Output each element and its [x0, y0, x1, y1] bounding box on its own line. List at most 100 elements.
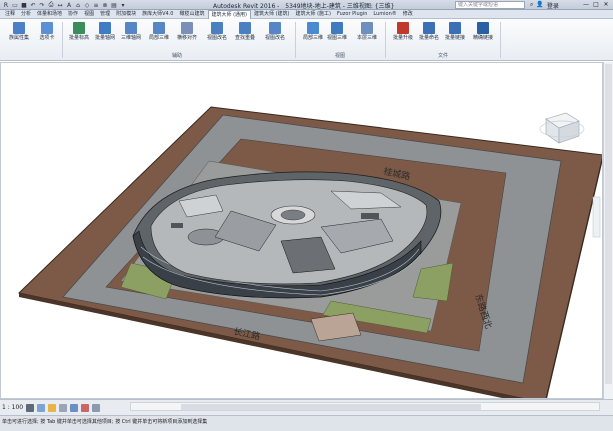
render-icon[interactable]: [70, 403, 79, 412]
tool-icon: [449, 22, 461, 34]
switch-windows-icon[interactable]: ▤: [110, 1, 118, 9]
tool-icon: [269, 22, 281, 34]
panel-title-assist: 辅助: [172, 53, 183, 59]
ribbon-button-10[interactable]: 局部三维: [300, 21, 326, 51]
panel-separator: [62, 22, 63, 58]
close-hidden-icon[interactable]: ⊗: [101, 1, 109, 9]
ribbon-button-14[interactable]: 批量命名: [416, 21, 442, 51]
ribbon-button-13[interactable]: 批量升级: [390, 21, 416, 51]
tab-0[interactable]: 注释: [2, 10, 18, 19]
ribbon-button-label: 局部三维: [302, 35, 323, 41]
panel-title-file: 文件: [438, 53, 449, 59]
vertical-scrollbar[interactable]: [603, 62, 613, 399]
undo-icon[interactable]: ↶: [29, 1, 37, 9]
3d-viewport[interactable]: 桂城路 东路西北 长江路: [0, 62, 603, 399]
close-icon[interactable]: ✕: [601, 0, 611, 9]
tab-9[interactable]: 建筑大师 (通用): [207, 9, 251, 19]
ribbon-button-3[interactable]: 批量轴网: [92, 21, 118, 51]
ribbon-button-12[interactable]: 本层三维: [354, 21, 380, 51]
tab-10[interactable]: 建筑大师 (建筑): [251, 10, 293, 19]
ribbon-button-label: 族属性集: [8, 35, 29, 41]
tab-14[interactable]: 修改: [400, 10, 416, 19]
temporary-hide-icon[interactable]: [81, 403, 90, 412]
tool-icon: [331, 22, 343, 34]
search-input[interactable]: 键入关键字或短语: [455, 1, 525, 9]
title-right-group: ⌕ 👤 登录: [530, 1, 559, 10]
panel-separator: [295, 22, 296, 58]
ribbon-button-label: 视图改名: [206, 35, 227, 41]
redo-icon[interactable]: ↷: [38, 1, 46, 9]
ribbon-button-11[interactable]: 视图三维: [324, 21, 350, 51]
panel-separator: [500, 22, 501, 58]
minimize-icon[interactable]: —: [581, 0, 591, 9]
tab-2[interactable]: 体量和场地: [34, 10, 65, 19]
sun-path-icon[interactable]: [48, 403, 57, 412]
scrollbar-thumb[interactable]: [605, 64, 612, 384]
tab-13[interactable]: Lumion®: [370, 10, 399, 19]
tool-icon: [423, 22, 435, 34]
save-icon[interactable]: ■: [20, 1, 28, 9]
print-icon[interactable]: ⎙: [47, 1, 55, 9]
dropdown-icon[interactable]: ▾: [119, 1, 127, 9]
ribbon-button-5[interactable]: 局部三维: [146, 21, 172, 51]
tool-icon: [125, 22, 137, 34]
shadows-icon[interactable]: [59, 403, 68, 412]
login-link[interactable]: 登录: [547, 1, 559, 10]
tab-8[interactable]: 橄榄山建筑: [176, 10, 207, 19]
ribbon-button-label: 三维轴网: [120, 35, 141, 41]
panel-title-view: 视图: [335, 53, 346, 59]
tab-3[interactable]: 协作: [65, 10, 81, 19]
app-menu-icon[interactable]: R: [2, 1, 10, 9]
tab-6[interactable]: 附加模块: [113, 10, 139, 19]
search-icon[interactable]: ⌕: [530, 1, 533, 10]
ribbon-button-0[interactable]: 族属性集: [6, 21, 32, 51]
reveal-hidden-icon[interactable]: [92, 403, 101, 412]
title-bar: R ▭ ■ ↶ ↷ ⎙ ↔ A ⌂ ◇ ≡ ⊗ ▤ ▾ Autodesk Revit 2016 - 534…: [0, 0, 613, 10]
roof-equipment: [171, 223, 183, 228]
maximize-icon[interactable]: □: [591, 0, 601, 9]
view-cube-icon[interactable]: [539, 112, 585, 144]
ribbon-button-label: 横移对齐: [176, 35, 197, 41]
ribbon-panel: 辅助 视图 文件 族属性集 选项卡 批量标高 批量轴网 三维轴网 局部三维 横移对齐 视图改名…: [0, 19, 613, 61]
ribbon-button-16[interactable]: 精确链接: [470, 21, 496, 51]
measure-icon[interactable]: ↔: [56, 1, 64, 9]
ribbon-button-15[interactable]: 批量链接: [442, 21, 468, 51]
ribbon-button-label: 视图改名: [264, 35, 285, 41]
open-icon[interactable]: ▭: [11, 1, 19, 9]
3d-view-icon[interactable]: ⌂: [74, 1, 82, 9]
ribbon-button-6[interactable]: 横移对齐: [174, 21, 200, 51]
ribbon-button-label: 本层三维: [356, 35, 377, 41]
ribbon-button-7[interactable]: 视图改名: [204, 21, 230, 51]
tool-icon: [73, 22, 85, 34]
navigation-bar[interactable]: [592, 196, 601, 238]
scrollbar-thumb[interactable]: [181, 404, 481, 410]
tab-5[interactable]: 管理: [97, 10, 113, 19]
tab-12[interactable]: Fuzor Plugin: [334, 10, 370, 19]
tab-1[interactable]: 分析: [18, 10, 34, 19]
tool-icon: [477, 22, 489, 34]
tool-icon: [41, 22, 53, 34]
visual-style-icon[interactable]: [37, 403, 46, 412]
ribbon-button-9[interactable]: 视图改名: [262, 21, 288, 51]
ribbon-button-label: 视图三维: [326, 35, 347, 41]
tab-11[interactable]: 建筑大师 (施工): [293, 10, 335, 19]
detail-level-icon[interactable]: [26, 403, 35, 412]
user-icon[interactable]: 👤: [536, 1, 543, 10]
text-icon[interactable]: A: [65, 1, 73, 9]
tool-icon: [99, 22, 111, 34]
horizontal-scrollbar[interactable]: [130, 402, 600, 411]
ribbon-button-4[interactable]: 三维轴网: [118, 21, 144, 51]
ribbon-button-label: 查找重叠: [234, 35, 255, 41]
tool-icon: [361, 22, 373, 34]
tab-7[interactable]: 族库大师V4.0: [139, 10, 176, 19]
atrium-inner: [280, 209, 306, 221]
thin-lines-icon[interactable]: ≡: [92, 1, 100, 9]
ribbon-button-8[interactable]: 查找重叠: [232, 21, 258, 51]
tab-4[interactable]: 视图: [81, 10, 97, 19]
quick-access-toolbar: R ▭ ■ ↶ ↷ ⎙ ↔ A ⌂ ◇ ≡ ⊗ ▤ ▾: [2, 1, 127, 9]
ribbon-button-2[interactable]: 批量标高: [66, 21, 92, 51]
section-icon[interactable]: ◇: [83, 1, 91, 9]
scale-label[interactable]: 1 : 100: [2, 404, 23, 411]
ribbon-button-label: 批量命名: [418, 35, 439, 41]
ribbon-button-1[interactable]: 选项卡: [34, 21, 60, 51]
